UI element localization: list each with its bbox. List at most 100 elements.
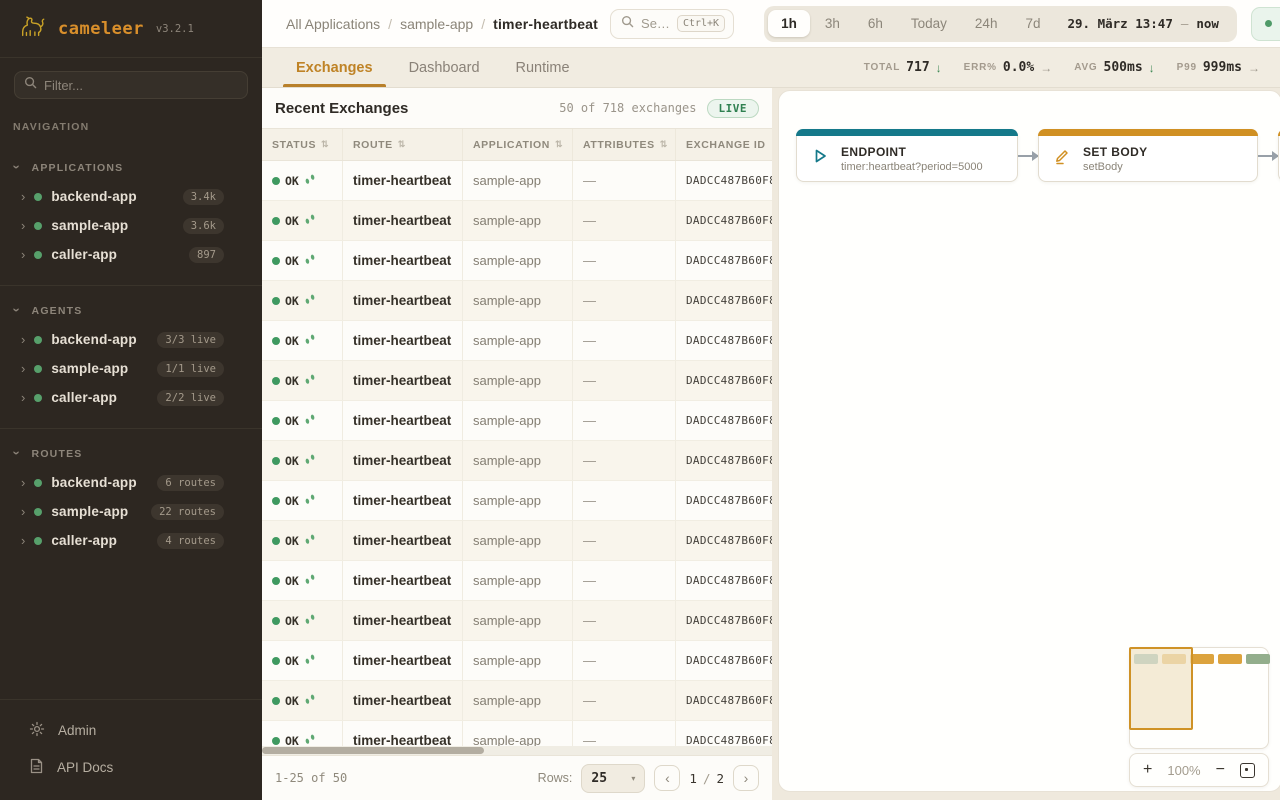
zoom-in-button[interactable]: + bbox=[1143, 762, 1152, 778]
table-row[interactable]: OK timer-heartbeat sample-app — DADCC487… bbox=[262, 241, 772, 281]
attributes-cell: — bbox=[573, 561, 676, 600]
section-header-agents[interactable]: › AGENTS bbox=[0, 300, 262, 325]
sidebar-filter[interactable] bbox=[14, 71, 248, 99]
page-separator: / bbox=[703, 771, 711, 786]
sidebar-item-applications-sample-app[interactable]: › sample-app 3.6k bbox=[0, 211, 262, 240]
footer-item-label: Admin bbox=[58, 723, 96, 738]
table-row[interactable]: OK timer-heartbeat sample-app — DADCC487… bbox=[262, 161, 772, 201]
global-search[interactable]: Se… Ctrl+K bbox=[610, 9, 734, 39]
application-cell: sample-app bbox=[463, 481, 573, 520]
sidebar-item-applications-caller-app[interactable]: › caller-app 897 bbox=[0, 240, 262, 269]
attributes-cell: — bbox=[573, 361, 676, 400]
footprints-icon bbox=[304, 212, 316, 230]
search-icon bbox=[24, 76, 37, 94]
time-range-3h[interactable]: 3h bbox=[812, 10, 853, 37]
status-dot bbox=[34, 193, 42, 201]
sidebar-item-agents-backend-app[interactable]: › backend-app 3/3 live bbox=[0, 325, 262, 354]
time-range-7d[interactable]: 7d bbox=[1012, 10, 1053, 37]
section-header-routes[interactable]: › ROUTES bbox=[0, 443, 262, 468]
table-row[interactable]: OK timer-heartbeat sample-app — DADCC487… bbox=[262, 361, 772, 401]
table-row[interactable]: OK timer-heartbeat sample-app — DADCC487… bbox=[262, 201, 772, 241]
item-label: backend-app bbox=[51, 475, 136, 490]
custom-date-range[interactable]: 29. März 13:47 — now bbox=[1055, 16, 1232, 31]
minimap-viewport[interactable] bbox=[1129, 647, 1193, 730]
chevron-down-icon: ▾ bbox=[631, 774, 635, 783]
table-row[interactable]: OK timer-heartbeat sample-app — DADCC487… bbox=[262, 401, 772, 441]
status-cell: OK bbox=[262, 681, 343, 720]
sidebar-item-routes-backend-app[interactable]: › backend-app 6 routes bbox=[0, 468, 262, 497]
live-toggle-button[interactable]: LIVE bbox=[1251, 7, 1280, 41]
horizontal-scrollbar[interactable] bbox=[262, 746, 772, 755]
table-row[interactable]: OK timer-heartbeat sample-app — DADCC487… bbox=[262, 721, 772, 746]
zoom-out-button[interactable]: − bbox=[1216, 762, 1225, 778]
table-row[interactable]: OK timer-heartbeat sample-app — DADCC487… bbox=[262, 521, 772, 561]
trend-flat-icon: → bbox=[1040, 61, 1052, 75]
sidebar-item-admin[interactable]: Admin bbox=[0, 712, 262, 749]
column-header-route[interactable]: ROUTE ⇅ bbox=[343, 129, 463, 160]
route-cell: timer-heartbeat bbox=[343, 241, 463, 280]
section-header-applications[interactable]: › APPLICATIONS bbox=[0, 157, 262, 182]
status-cell: OK bbox=[262, 161, 343, 200]
sidebar-item-routes-sample-app[interactable]: › sample-app 22 routes bbox=[0, 497, 262, 526]
stat-p99: P99 999ms → bbox=[1177, 60, 1260, 75]
rows-per-page-select[interactable]: 25 ▾ bbox=[581, 764, 645, 793]
chevron-right-icon: › bbox=[21, 391, 25, 404]
app-title: cameleer bbox=[58, 19, 144, 39]
sidebar-item-api-docs[interactable]: API Docs bbox=[0, 749, 262, 786]
table-row[interactable]: OK timer-heartbeat sample-app — DADCC487… bbox=[262, 641, 772, 681]
sidebar-item-agents-sample-app[interactable]: › sample-app 1/1 live bbox=[0, 354, 262, 383]
ok-status-dot bbox=[272, 377, 280, 385]
chevron-right-icon: › bbox=[21, 534, 25, 547]
status-label: OK bbox=[285, 414, 299, 428]
table-row[interactable]: OK timer-heartbeat sample-app — DADCC487… bbox=[262, 681, 772, 721]
filter-input[interactable] bbox=[44, 78, 238, 93]
application-cell: sample-app bbox=[463, 641, 573, 680]
scrollbar-thumb[interactable] bbox=[262, 747, 484, 754]
breadcrumb-all-applications[interactable]: All Applications bbox=[286, 16, 380, 32]
flow-node-set-body[interactable]: SET BODY setBody bbox=[1038, 129, 1258, 182]
status-dot bbox=[34, 222, 42, 230]
column-label: APPLICATION bbox=[473, 139, 550, 151]
next-page-button[interactable]: › bbox=[733, 765, 759, 791]
time-range-6h[interactable]: 6h bbox=[855, 10, 896, 37]
item-label: sample-app bbox=[51, 504, 128, 519]
tab-exchanges[interactable]: Exchanges bbox=[281, 48, 388, 87]
breadcrumb-sample-app[interactable]: sample-app bbox=[400, 16, 473, 32]
sidebar-item-applications-backend-app[interactable]: › backend-app 3.4k bbox=[0, 182, 262, 211]
column-header-application[interactable]: APPLICATION ⇅ bbox=[463, 129, 573, 160]
node-title: ENDPOINT bbox=[841, 145, 983, 159]
status-dot bbox=[34, 251, 42, 259]
table-row[interactable]: OK timer-heartbeat sample-app — DADCC487… bbox=[262, 481, 772, 521]
status-cell: OK bbox=[262, 641, 343, 680]
table-row[interactable]: OK timer-heartbeat sample-app — DADCC487… bbox=[262, 601, 772, 641]
sidebar-item-agents-caller-app[interactable]: › caller-app 2/2 live bbox=[0, 383, 262, 412]
table-row[interactable]: OK timer-heartbeat sample-app — DADCC487… bbox=[262, 281, 772, 321]
flow-node-endpoint[interactable]: ENDPOINT timer:heartbeat?period=5000 bbox=[796, 129, 1018, 182]
table-row[interactable]: OK timer-heartbeat sample-app — DADCC487… bbox=[262, 561, 772, 601]
table-row[interactable]: OK timer-heartbeat sample-app — DADCC487… bbox=[262, 441, 772, 481]
node-color-bar bbox=[1038, 129, 1258, 136]
time-range-1h[interactable]: 1h bbox=[768, 10, 810, 37]
stats-summary: TOTAL 717 ↓ ERR% 0.0% → AVG 500ms ↓ P99 … bbox=[864, 48, 1280, 87]
column-header-status[interactable]: STATUS ⇅ bbox=[262, 129, 343, 160]
item-label: caller-app bbox=[51, 533, 117, 548]
tab-runtime[interactable]: Runtime bbox=[501, 48, 585, 87]
fit-view-icon[interactable] bbox=[1240, 763, 1255, 778]
route-flow-canvas[interactable]: ENDPOINT timer:heartbeat?period=5000 SET… bbox=[778, 90, 1280, 792]
time-range-selector: 1h 3h 6h Today 24h 7d 29. März 13:47 — n… bbox=[764, 6, 1237, 42]
route-cell: timer-heartbeat bbox=[343, 281, 463, 320]
tab-dashboard[interactable]: Dashboard bbox=[394, 48, 495, 87]
live-status-dot bbox=[1265, 20, 1272, 27]
footprints-icon bbox=[304, 332, 316, 350]
ok-status-dot bbox=[272, 737, 280, 745]
time-range-today[interactable]: Today bbox=[898, 10, 960, 37]
previous-page-button[interactable]: ‹ bbox=[654, 765, 680, 791]
table-row[interactable]: OK timer-heartbeat sample-app — DADCC487… bbox=[262, 321, 772, 361]
chevron-down-icon: › bbox=[10, 165, 23, 171]
column-header-attributes[interactable]: ATTRIBUTES ⇅ bbox=[573, 129, 676, 160]
stat-value: 717 bbox=[906, 60, 929, 75]
time-range-24h[interactable]: 24h bbox=[962, 10, 1011, 37]
sidebar-item-routes-caller-app[interactable]: › caller-app 4 routes bbox=[0, 526, 262, 555]
column-header-exchange-id[interactable]: EXCHANGE ID bbox=[676, 129, 772, 160]
flow-arrow bbox=[1258, 155, 1278, 157]
